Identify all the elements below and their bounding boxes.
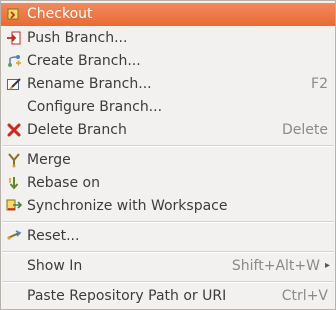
menu-separator [2,221,334,223]
shortcut-ctrl-v: Ctrl+V [281,288,328,304]
menu-item-label: Paste Repository Path or URI [27,288,227,304]
menu-item-show-in[interactable]: Show In Shift+Alt+W ▸ [1,255,335,278]
menu-item-create-branch[interactable]: Create Branch... [1,50,335,73]
branch-context-menu: Checkout Push Branch... Create Branch...… [0,0,336,310]
menu-item-label: Rename Branch... [27,76,152,92]
menu-item-label: Delete Branch [27,122,127,138]
menu-item-label: Rebase on [27,175,100,191]
menu-separator [2,145,334,147]
menu-item-label: Push Branch... [27,30,128,46]
shortcut-f2: F2 [311,76,328,92]
menu-item-rename-branch[interactable]: Rename Branch... F2 [1,73,335,96]
menu-separator [2,281,334,283]
shortcut-delete: Delete [282,122,328,138]
rebase-icon [9,177,19,190]
menu-item-label: Create Branch... [27,53,141,69]
menu-item-label: Synchronize with Workspace [27,198,228,214]
menu-item-rebase-on[interactable]: Rebase on [1,172,335,195]
menu-item-merge[interactable]: Merge [1,149,335,172]
create-branch-icon [8,55,21,67]
rename-branch-icon [7,78,21,90]
submenu-arrow-icon: ▸ [324,260,330,271]
menu-item-label: Merge [27,152,71,168]
menu-item-synchronize[interactable]: Synchronize with Workspace [1,195,335,218]
menu-item-paste-repository-path[interactable]: Paste Repository Path or URI Ctrl+V [1,285,335,308]
checkout-icon [7,8,19,20]
reset-icon [7,230,22,240]
merge-icon [8,153,20,168]
delete-icon [7,123,21,137]
synchronize-icon [6,199,22,211]
menu-item-label: Configure Branch... [27,99,163,115]
menu-item-checkout[interactable]: Checkout [1,3,335,26]
menu-item-push-branch[interactable]: Push Branch... [1,27,335,50]
menu-item-label: Checkout [27,6,93,22]
menu-item-delete-branch[interactable]: Delete Branch Delete [1,119,335,142]
push-branch-icon [7,31,21,45]
menu-separator [2,251,334,253]
shortcut-shift-alt-w: Shift+Alt+W [231,258,320,274]
menu-item-reset[interactable]: Reset... [1,225,335,248]
menu-item-label: Reset... [27,228,80,244]
menu-item-label: Show In [27,258,83,274]
menu-item-configure-branch[interactable]: Configure Branch... [1,96,335,119]
